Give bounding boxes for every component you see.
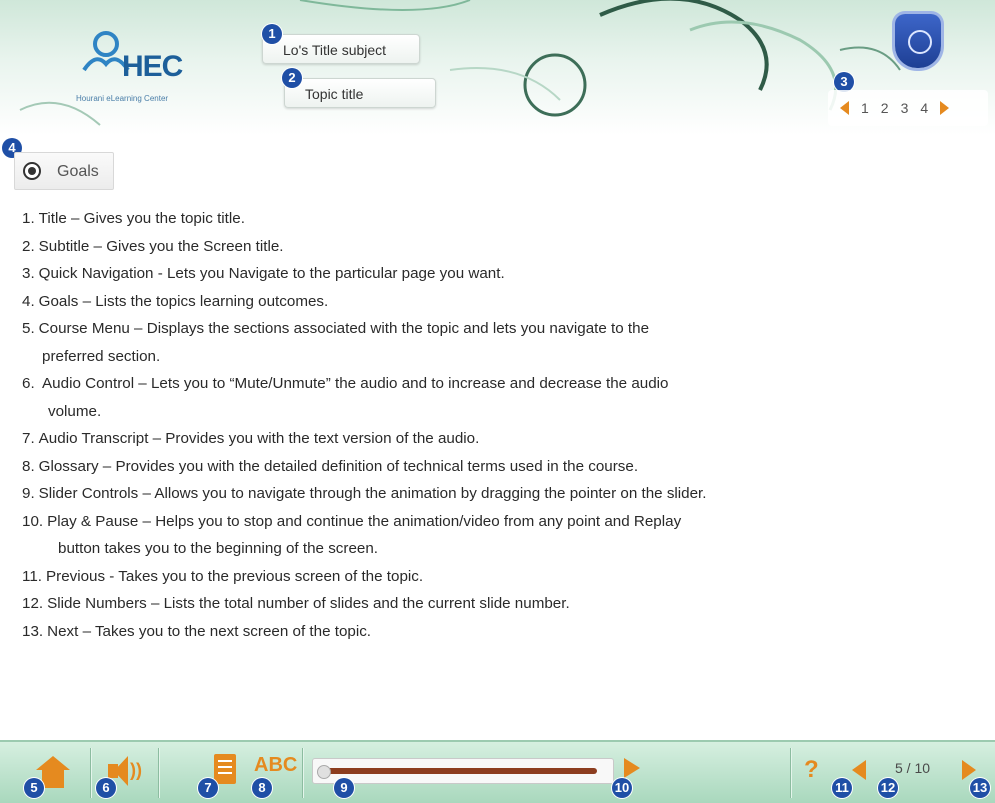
university-crest-icon [895, 14, 941, 68]
play-icon[interactable] [624, 758, 640, 778]
quick-nav-page-3[interactable]: 3 [901, 100, 909, 116]
marker-11: 11 [832, 778, 852, 798]
logo-subtitle: Hourani eLearning Center [76, 94, 169, 103]
toolbar-divider [158, 748, 159, 798]
header-banner: HEC Hourani eLearning Center Lo's Title … [0, 0, 995, 135]
list-item: 3. Quick Navigation - Lets you Navigate t… [22, 265, 505, 282]
quick-nav-page-2[interactable]: 2 [881, 100, 889, 116]
next-page-arrow-icon[interactable] [940, 101, 950, 115]
list-item: 4. Goals – Lists the topics learning outc… [22, 292, 329, 310]
slider-track[interactable] [312, 758, 614, 784]
logo-text: HEC [122, 50, 183, 83]
hec-logo: HEC Hourani eLearning Center [72, 30, 212, 110]
goals-button[interactable]: Goals [14, 152, 114, 190]
marker-13: 13 [970, 778, 990, 798]
list-item: 9. Slider Controls – Allows you to naviga… [22, 485, 707, 502]
list-item: 1. Title – Gives you the topic title. [22, 210, 245, 227]
list-item: 8. Glossary – Provides you with the detai… [22, 457, 639, 475]
goals-list: 1. Title – Gives you the topic title. 2. S… [22, 205, 992, 645]
bottom-toolbar: 5 )) 6 7 ABC 8 9 10 ? 11 5 / 10 12 13 [0, 740, 995, 803]
toolbar-divider [90, 748, 91, 798]
list-item: 6. Audio Control – Lets you to “Mute/Unm… [22, 375, 669, 420]
marker-10: 10 [612, 778, 632, 798]
quick-navigation: 1 2 3 4 [828, 90, 988, 126]
list-item: 7. Audio Transcript – Provides you with t… [22, 430, 480, 447]
help-icon[interactable]: ? [804, 756, 819, 784]
list-item: 13. Next – Takes you to the next screen o… [22, 622, 372, 640]
marker-5: 5 [24, 778, 44, 798]
prev-icon[interactable] [852, 760, 866, 780]
quick-nav-page-1[interactable]: 1 [861, 100, 869, 116]
list-item: 10. Play & Pause – Helps you to stop and … [22, 512, 682, 558]
toolbar-divider [790, 748, 791, 798]
list-item: 2. Subtitle – Gives you the Screen title. [22, 237, 284, 255]
slider-handle[interactable] [317, 765, 331, 779]
slider-progress-fill [323, 768, 598, 774]
prev-page-arrow-icon[interactable] [840, 101, 849, 115]
list-item: 11. Previous - Takes you to the previous … [22, 567, 424, 585]
marker-9: 9 [334, 778, 354, 798]
marker-8: 8 [252, 778, 272, 798]
lo-title-field: Lo's Title subject [262, 34, 420, 64]
toolbar-divider [302, 748, 303, 798]
next-icon[interactable] [962, 760, 976, 780]
list-item: 5. Course Menu – Displays the sections as… [22, 320, 650, 365]
list-item: 12. Slide Numbers – Lists the total numbe… [22, 595, 570, 612]
marker-2: 2 [282, 68, 302, 88]
marker-6: 6 [96, 778, 116, 798]
marker-1: 1 [262, 24, 282, 44]
marker-12: 12 [878, 778, 898, 798]
marker-3: 3 [834, 72, 854, 92]
goals-label: Goals [57, 163, 99, 180]
slide-counter: 5 / 10 [895, 760, 931, 776]
topic-title-field: Topic title [284, 78, 436, 108]
quick-nav-page-4[interactable]: 4 [920, 100, 928, 116]
marker-7: 7 [198, 778, 218, 798]
target-icon [23, 162, 41, 180]
